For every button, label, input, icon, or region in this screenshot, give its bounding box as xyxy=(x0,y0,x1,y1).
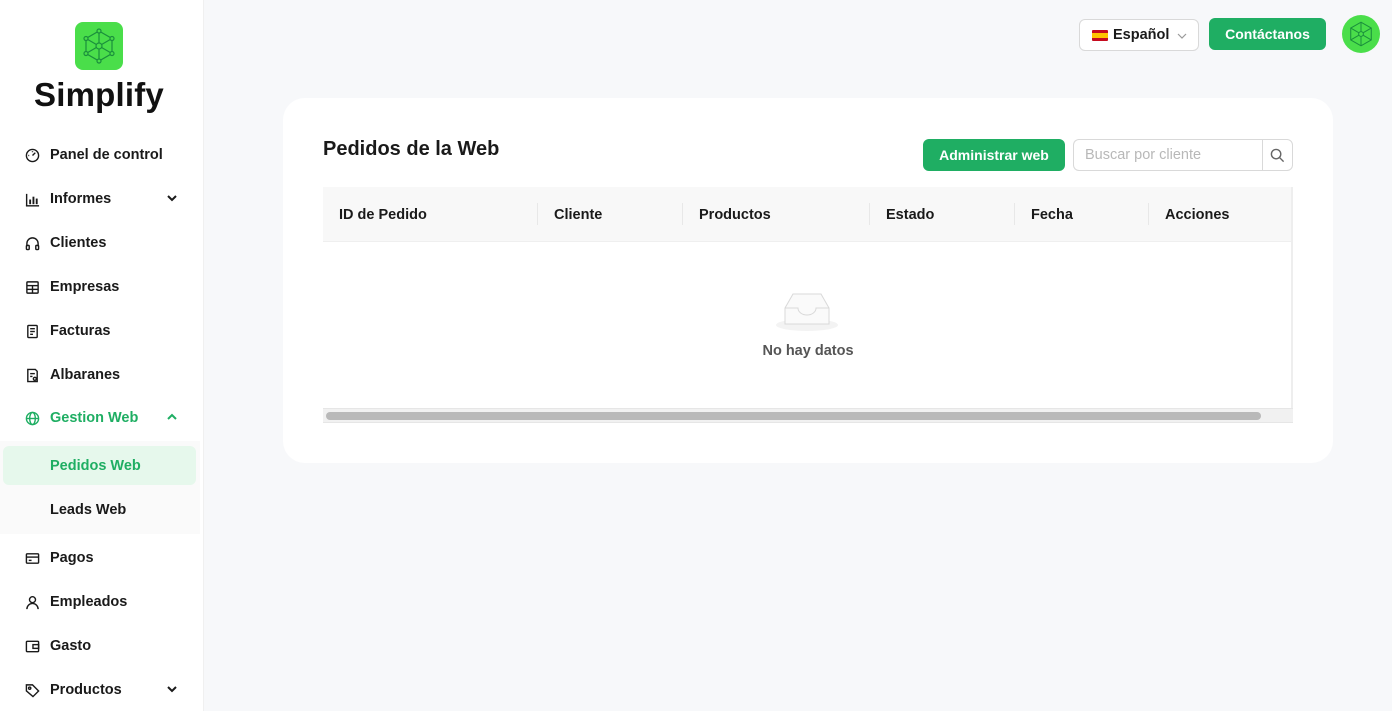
network-logo-icon xyxy=(83,28,115,64)
credit-card-icon xyxy=(24,550,40,566)
avatar[interactable] xyxy=(1342,15,1380,53)
sidebar-subitem-leads-web[interactable]: Leads Web xyxy=(3,490,196,529)
dashboard-icon xyxy=(24,147,40,163)
sidebar-item-label: Panel de control xyxy=(50,147,163,163)
search-group xyxy=(1073,139,1293,171)
empty-inbox-icon xyxy=(776,293,838,331)
search-icon xyxy=(1270,148,1285,162)
sidebar-item-label: Clientes xyxy=(50,235,107,251)
sidebar-subitem-pedidos-web[interactable]: Pedidos Web xyxy=(3,446,196,485)
sidebar-item-label: Informes xyxy=(50,191,112,207)
sidebar-item-informes[interactable]: Informes xyxy=(0,179,200,219)
sidebar-item-label: Productos xyxy=(50,682,122,698)
sidebar-item-label: Empleados xyxy=(50,594,128,610)
sidebar: Simplify Panel de control Informes Clien… xyxy=(0,0,204,711)
search-button[interactable] xyxy=(1262,139,1293,171)
search-input[interactable] xyxy=(1073,139,1262,171)
page-title: Pedidos de la Web xyxy=(323,138,500,160)
sidebar-item-albaranes[interactable]: Albaranes xyxy=(0,355,200,395)
chevron-down-icon xyxy=(167,195,177,202)
column-header-cliente[interactable]: Cliente xyxy=(538,187,683,242)
sidebar-item-label: Leads Web xyxy=(50,501,127,518)
chevron-up-icon xyxy=(167,413,177,420)
sidebar-item-label: Gestion Web xyxy=(50,410,139,426)
orders-table: ID de Pedido Cliente Productos Estado Fe… xyxy=(323,187,1293,423)
sidebar-item-label: Pedidos Web xyxy=(50,457,141,474)
manage-web-button[interactable]: Administrar web xyxy=(923,139,1065,171)
wallet-icon xyxy=(24,638,40,654)
sidebar-item-empresas[interactable]: Empresas xyxy=(0,267,200,307)
sidebar-item-label: Facturas xyxy=(50,323,111,339)
table-empty-state: No hay datos xyxy=(323,242,1293,408)
sidebar-item-label: Albaranes xyxy=(50,367,121,383)
sidebar-item-facturas[interactable]: Facturas xyxy=(0,311,200,351)
horizontal-scrollbar[interactable] xyxy=(323,408,1293,423)
column-header-id[interactable]: ID de Pedido xyxy=(323,187,538,242)
globe-icon xyxy=(24,410,40,426)
sidebar-item-label: Empresas xyxy=(50,279,120,295)
tag-icon xyxy=(24,682,40,698)
sidebar-item-label: Gasto xyxy=(50,638,92,654)
column-header-estado[interactable]: Estado xyxy=(870,187,1015,242)
headphones-icon xyxy=(24,235,40,251)
table-header: ID de Pedido Cliente Productos Estado Fe… xyxy=(323,187,1293,242)
scrollbar-thumb[interactable] xyxy=(326,412,1261,420)
language-select[interactable]: Español xyxy=(1079,19,1199,51)
brand-name: Simplify xyxy=(34,76,164,113)
sidebar-item-panel-de-control[interactable]: Panel de control xyxy=(0,135,200,175)
spain-flag-icon xyxy=(1092,29,1108,41)
brand-logo[interactable] xyxy=(75,22,123,70)
chevron-down-icon xyxy=(167,686,177,693)
sidebar-item-pagos[interactable]: Pagos xyxy=(0,538,200,578)
chevron-down-icon xyxy=(1177,33,1187,39)
sidebar-item-label: Pagos xyxy=(50,550,94,566)
delivery-note-icon xyxy=(24,367,40,383)
web-orders-card: Pedidos de la Web Administrar web ID de … xyxy=(283,98,1333,463)
sidebar-item-productos[interactable]: Productos xyxy=(0,670,200,710)
contact-button[interactable]: Contáctanos xyxy=(1209,18,1326,50)
bar-chart-icon xyxy=(24,191,40,207)
sidebar-item-gestion-web[interactable]: Gestion Web xyxy=(0,398,200,438)
sidebar-item-empleados[interactable]: Empleados xyxy=(0,582,200,622)
user-icon xyxy=(24,594,40,610)
language-label: Español xyxy=(1113,27,1170,43)
network-logo-icon xyxy=(1350,21,1372,47)
sidebar-item-clientes[interactable]: Clientes xyxy=(0,223,200,263)
column-header-fecha[interactable]: Fecha xyxy=(1015,187,1149,242)
store-icon xyxy=(24,279,40,295)
table-fixed-column-shadow xyxy=(1291,187,1293,408)
invoice-icon xyxy=(24,323,40,339)
empty-message: No hay datos xyxy=(762,343,854,359)
column-header-acciones[interactable]: Acciones xyxy=(1149,187,1293,242)
sidebar-item-gasto[interactable]: Gasto xyxy=(0,626,200,666)
column-header-productos[interactable]: Productos xyxy=(683,187,870,242)
